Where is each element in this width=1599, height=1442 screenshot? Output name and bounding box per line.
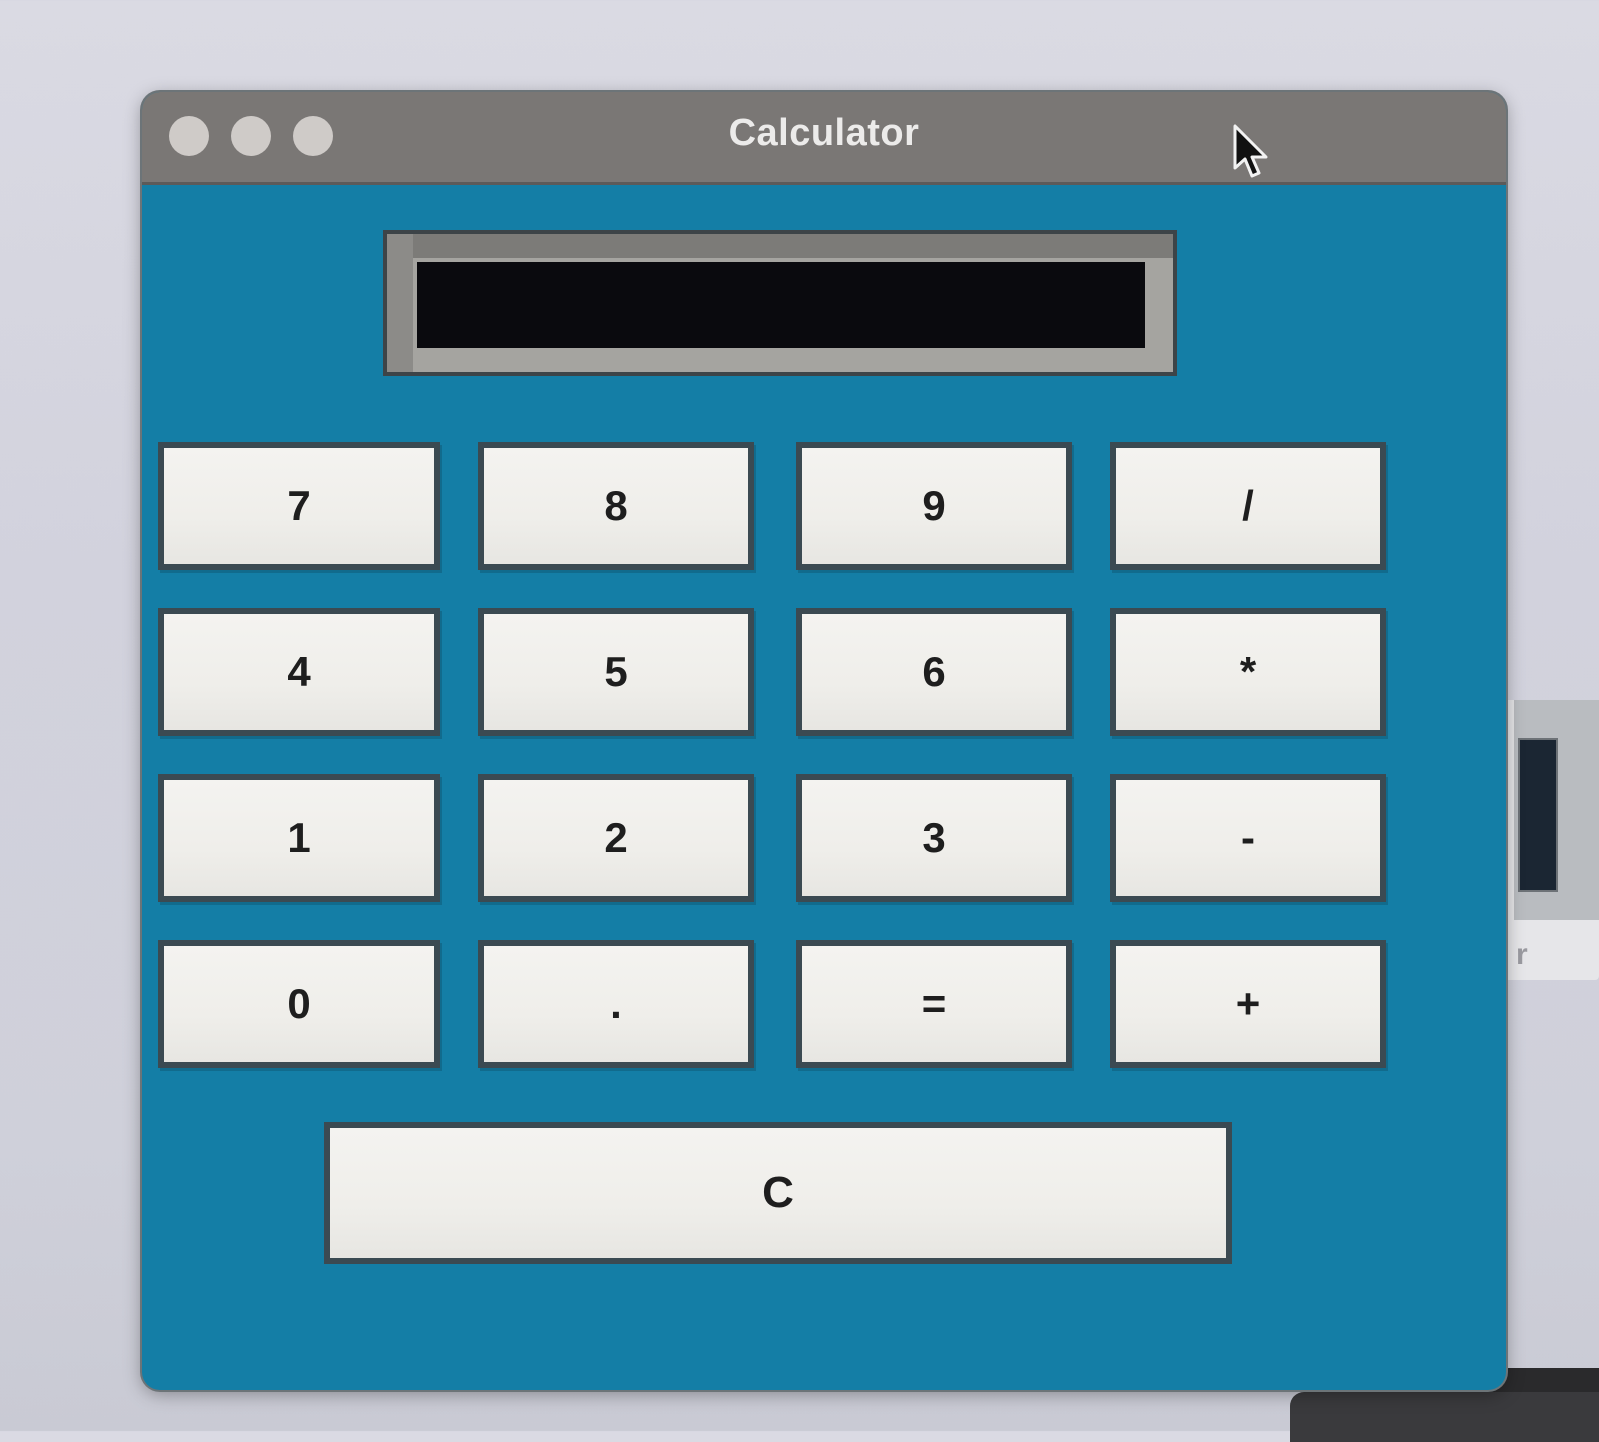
background-window-screen [1518,738,1558,892]
calculator-display[interactable] [417,262,1145,348]
key-2[interactable]: 2 [478,774,754,902]
key-8[interactable]: 8 [478,442,754,570]
key-decimal[interactable]: . [478,940,754,1068]
title-bar[interactable]: Calculator [142,92,1506,185]
key-6[interactable]: 6 [796,608,1072,736]
clear-button[interactable]: C [324,1122,1232,1264]
background-window: r [1500,700,1599,980]
key-1[interactable]: 1 [158,774,440,902]
key-4[interactable]: 4 [158,608,440,736]
key-9[interactable]: 9 [796,442,1072,570]
key-0[interactable]: 0 [158,940,440,1068]
key-divide[interactable]: / [1110,442,1386,570]
mouse-pointer-icon [1233,124,1268,178]
display-frame [383,230,1177,376]
display-bevel-left [387,234,413,372]
display-bevel-top [387,234,1173,258]
key-5[interactable]: 5 [478,608,754,736]
calculator-window: Calculator 7 8 9 / 4 5 6 * 1 2 3- 0. = + C [142,92,1506,1390]
key-subtract[interactable]: - [1110,774,1386,902]
window-title: Calculator [728,112,920,154]
key-7[interactable]: 7 [158,442,440,570]
key-multiply[interactable]: * [1110,608,1386,736]
key-3[interactable]: 3 [796,774,1072,902]
key-add[interactable]: + [1110,940,1386,1068]
desk-edge [1290,1392,1599,1442]
key-equals[interactable]: = [796,940,1072,1068]
background-window-text: r [1516,938,1528,971]
